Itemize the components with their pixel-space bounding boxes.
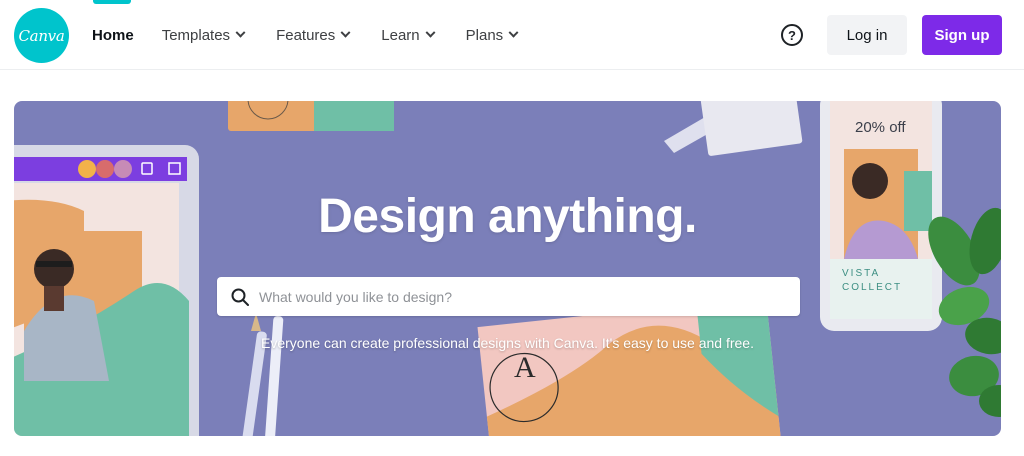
search-icon [231, 288, 249, 306]
chevron-down-icon [235, 27, 246, 38]
nav-item-label: Plans [465, 26, 504, 44]
hero-banner: 20% off VISTA COLLECT A Design anything.… [14, 101, 1001, 436]
monogram-text: A [514, 351, 536, 384]
signup-button[interactable]: Sign up [922, 15, 1002, 55]
nav-item-features[interactable]: Features [276, 26, 351, 44]
chevron-down-icon [340, 27, 351, 38]
nav-item-label: Features [276, 26, 336, 44]
top-navigation: Canva Home Templates Features Learn Plan… [0, 0, 1024, 70]
canva-logo[interactable]: Canva [14, 8, 69, 63]
nav-item-label: Templates [161, 26, 231, 44]
nav-item-label: Learn [381, 26, 420, 44]
promo-text: 20% off [855, 119, 906, 136]
nav-item-plans[interactable]: Plans [465, 26, 519, 44]
chevron-down-icon [425, 27, 436, 38]
tagline-text: VISTA COLLECT [842, 267, 902, 295]
nav-links: Home Templates Features Learn Plans [92, 22, 549, 48]
question-circle-icon[interactable]: ? [781, 24, 803, 46]
nav-item-templates[interactable]: Templates [161, 26, 246, 44]
tagline-line: COLLECT [842, 282, 903, 293]
hero-title: Design anything. [318, 190, 697, 243]
hero-subtitle: Everyone can create professional designs… [261, 335, 754, 351]
login-button[interactable]: Log in [827, 15, 907, 55]
chevron-down-icon [508, 27, 519, 38]
nav-item-label: Home [92, 26, 134, 44]
design-search-box[interactable] [217, 277, 800, 316]
nav-item-home[interactable]: Home [92, 27, 134, 44]
search-input[interactable] [259, 288, 779, 305]
nav-item-learn[interactable]: Learn [381, 26, 436, 44]
tagline-line: VISTA [842, 268, 881, 279]
active-tab-indicator [93, 0, 131, 4]
